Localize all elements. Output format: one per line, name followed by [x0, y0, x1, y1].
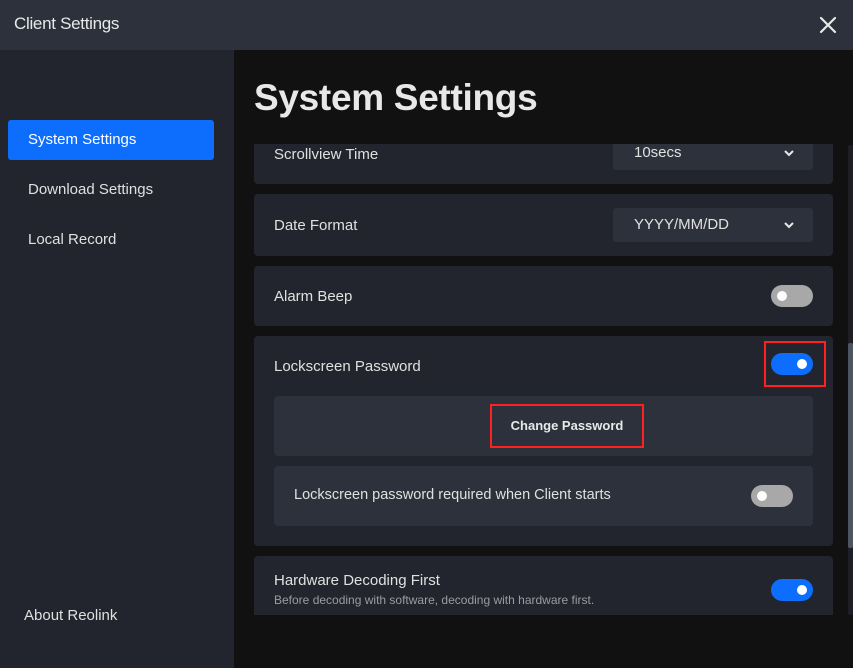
toggle-knob [797, 585, 807, 595]
sidebar-item-system-settings[interactable]: System Settings [8, 120, 214, 160]
alarm-beep-label: Alarm Beep [274, 288, 353, 305]
toggle-knob [797, 359, 807, 369]
sidebar: System Settings Download Settings Local … [0, 50, 234, 668]
lockscreen-password-label: Lockscreen Password [274, 358, 421, 375]
setting-alarm-beep: Alarm Beep [254, 266, 833, 326]
scrollview-time-select[interactable]: 10secs [613, 144, 813, 170]
scrollbar-thumb[interactable] [848, 343, 853, 548]
hardware-decoding-toggle[interactable] [771, 579, 813, 601]
hardware-decoding-description: Before decoding with software, decoding … [274, 593, 595, 607]
close-button[interactable] [817, 14, 839, 36]
lockscreen-required-label: Lockscreen password required when Client… [294, 487, 611, 503]
title-bar: Client Settings [0, 0, 853, 50]
change-password-button[interactable]: Change Password [490, 404, 644, 448]
lockscreen-required-toggle[interactable] [751, 485, 793, 507]
chevron-down-icon [784, 150, 794, 157]
page-title: System Settings [254, 77, 538, 118]
toggle-knob [777, 291, 787, 301]
setting-scrollview-time: Scrollview Time 10secs [254, 144, 833, 184]
sidebar-item-local-record[interactable]: Local Record [8, 220, 214, 260]
chevron-down-icon [784, 222, 794, 229]
toggle-knob [757, 491, 767, 501]
sidebar-item-download-settings[interactable]: Download Settings [8, 170, 214, 210]
window-title: Client Settings [14, 14, 120, 33]
setting-lockscreen-required-on-start: Lockscreen password required when Client… [274, 466, 813, 526]
date-format-label: Date Format [274, 217, 358, 234]
close-icon [819, 16, 837, 34]
date-format-value: YYYY/MM/DD [634, 216, 730, 233]
lockscreen-password-toggle[interactable] [771, 353, 813, 375]
setting-hardware-decoding: Hardware Decoding First Before decoding … [254, 556, 833, 615]
scrollview-time-value: 10secs [634, 144, 682, 161]
alarm-beep-toggle[interactable] [771, 285, 813, 307]
about-reolink-link[interactable]: About Reolink [24, 607, 117, 624]
date-format-select[interactable]: YYYY/MM/DD [613, 208, 813, 242]
main-content: System Settings Scrollview Time 10secs D… [234, 50, 853, 668]
change-password-panel: Change Password [274, 396, 813, 456]
settings-list: Scrollview Time 10secs Date Format YYYY/… [254, 144, 833, 615]
scrollview-time-label: Scrollview Time [274, 146, 379, 163]
hardware-decoding-label: Hardware Decoding First [274, 572, 440, 589]
setting-lockscreen-password: Lockscreen Password Change Password Lock… [254, 336, 833, 546]
setting-date-format: Date Format YYYY/MM/DD [254, 194, 833, 256]
